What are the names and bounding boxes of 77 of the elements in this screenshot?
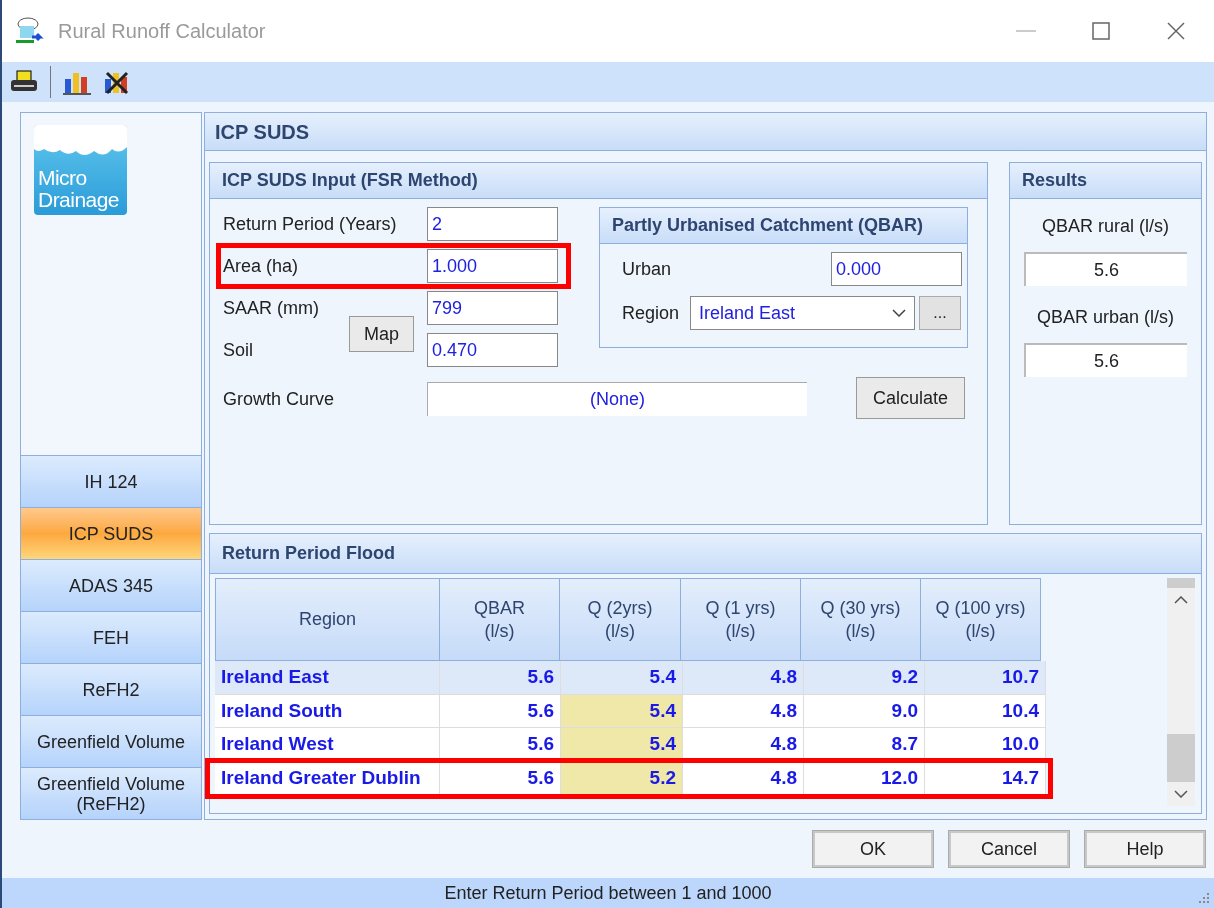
scroll-up-icon[interactable]	[1174, 596, 1188, 604]
group-title: ICP SUDS Input (FSR Method)	[222, 169, 478, 192]
column-header[interactable]: Region	[215, 578, 440, 661]
sidebar-tab[interactable]: ICP SUDS	[21, 507, 201, 559]
table-cell: 5.4	[561, 728, 683, 761]
result-field: 5.6	[1024, 343, 1187, 377]
field-label: Area (ha)	[223, 254, 300, 278]
dialog-button[interactable]: Cancel	[949, 831, 1069, 867]
group-title: Partly Urbanised Catchment (QBAR)	[612, 214, 924, 237]
table-cell: 5.2	[561, 761, 683, 794]
sidebar-tab[interactable]: Greenfield Volume (ReFH2)	[21, 767, 201, 819]
input-field[interactable]: 0.470	[427, 333, 558, 367]
column-header[interactable]: Q (1 yrs) (l/s)	[680, 578, 801, 661]
input-field[interactable]: 1.000	[427, 249, 558, 283]
dialog-button[interactable]: Help	[1085, 831, 1205, 867]
table-cell: 10.4	[925, 694, 1046, 727]
sidebar-tab[interactable]: FEH	[21, 611, 201, 663]
row-header: Ireland East	[215, 661, 440, 694]
input-field[interactable]: 799	[427, 291, 558, 325]
table-cell: 9.2	[804, 661, 925, 694]
page-title: ICP SUDS	[215, 119, 310, 145]
column-header[interactable]: Q (2yrs) (l/s)	[559, 578, 681, 661]
table-cell: 10.0	[925, 728, 1046, 761]
close-icon[interactable]	[1166, 21, 1186, 41]
field-label: Return Period (Years)	[223, 212, 398, 236]
table-cell: 4.8	[683, 694, 804, 727]
scroll-down-icon[interactable]	[1174, 790, 1188, 798]
table-cell: 12.0	[804, 761, 925, 794]
result-field: 5.6	[1024, 252, 1187, 286]
column-header[interactable]: Q (30 yrs) (l/s)	[800, 578, 921, 661]
growth-curve-field[interactable]: (None)	[427, 382, 807, 416]
field-label: Soil	[223, 338, 254, 362]
app-icon	[14, 16, 46, 46]
column-header[interactable]: Q (100 yrs) (l/s)	[920, 578, 1041, 661]
scroll-track-end	[1167, 578, 1195, 588]
table-cell: 5.4	[561, 661, 683, 694]
sidebar-tab[interactable]: ReFH2	[21, 663, 201, 715]
status-text: Enter Return Period between 1 and 1000	[444, 881, 772, 905]
sidebar-tab[interactable]: IH 124	[21, 455, 201, 507]
scroll-thumb[interactable]	[1167, 734, 1195, 782]
table-cell: 8.7	[804, 728, 925, 761]
maximize-icon[interactable]	[1092, 22, 1110, 40]
field-label: SAAR (mm)	[223, 296, 320, 320]
sidebar-tab[interactable]: Greenfield Volume	[21, 715, 201, 767]
resize-grip-icon[interactable]	[1198, 892, 1210, 904]
sidebar-tab[interactable]: ADAS 345	[21, 559, 201, 611]
input-field[interactable]: 2	[427, 207, 558, 241]
row-header: Ireland Greater Dublin	[215, 761, 440, 794]
group-title: Results	[1022, 169, 1088, 192]
table-cell: 4.8	[683, 728, 804, 761]
group-title: Return Period Flood	[222, 542, 395, 565]
field-label: Region	[622, 301, 681, 325]
result-label: QBAR rural (l/s)	[1042, 215, 1169, 238]
region-dropdown[interactable]: Ireland East	[690, 296, 915, 330]
table-cell: 4.8	[683, 661, 804, 694]
table-cell: 9.0	[804, 694, 925, 727]
browse-button[interactable]: ...	[919, 296, 961, 330]
table-cell: 5.4	[561, 694, 683, 727]
window-title: Rural Runoff Calculator	[58, 19, 266, 44]
input-field[interactable]: 0.000	[831, 252, 962, 286]
logo: Micro Drainage	[34, 125, 127, 215]
field-label: Urban	[622, 257, 673, 281]
map-button[interactable]: Map	[349, 316, 414, 352]
table-cell: 14.7	[925, 761, 1046, 794]
column-header[interactable]: QBAR (l/s)	[439, 578, 560, 661]
row-header: Ireland South	[215, 694, 440, 727]
field-label: Growth Curve	[223, 387, 336, 411]
dialog-button[interactable]: OK	[813, 831, 933, 867]
chart-delete-icon[interactable]	[103, 69, 131, 95]
result-label: QBAR urban (l/s)	[1036, 306, 1174, 329]
table-cell: 10.7	[925, 661, 1046, 694]
calculate-button[interactable]: Calculate	[856, 377, 965, 419]
chevron-down-icon	[892, 309, 906, 317]
table-cell: 4.8	[683, 761, 804, 794]
table-cell: 5.6	[440, 661, 561, 694]
row-header: Ireland West	[215, 728, 440, 761]
scrollbar[interactable]	[1167, 578, 1195, 806]
